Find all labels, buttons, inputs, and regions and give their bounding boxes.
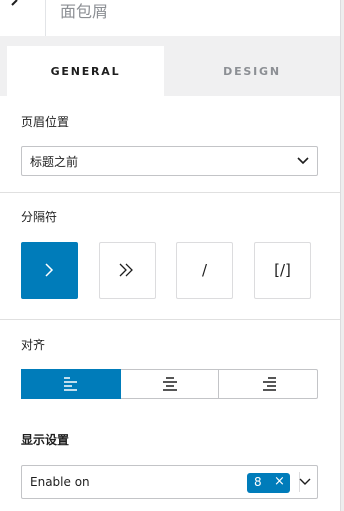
clear-selection-icon[interactable]: × <box>274 474 285 489</box>
position-select-value: 标题之前 <box>30 155 79 169</box>
panel-header: 面包屑 <box>0 0 344 36</box>
chevron-down-icon <box>297 157 309 165</box>
selected-count-badge: 8 × <box>247 473 290 493</box>
tab-design[interactable]: DESIGN <box>164 46 340 96</box>
section-divider <box>0 319 340 320</box>
chevron-right-icon <box>45 263 54 277</box>
alignment-button-group <box>21 369 318 399</box>
align-center-button[interactable] <box>121 369 219 399</box>
separator-option-custom[interactable]: [/] <box>254 242 311 299</box>
alignment-label: 对齐 <box>21 338 46 352</box>
chevron-left-icon <box>11 0 18 6</box>
position-label: 页眉位置 <box>21 115 70 129</box>
panel-title: 面包屑 <box>60 2 109 21</box>
display-settings-label: 显示设置 <box>21 433 70 447</box>
separator-option-slash[interactable]: / <box>176 242 233 299</box>
display-conditions-label: Enable on <box>30 475 90 489</box>
separator-option-double-chevron[interactable] <box>99 242 156 299</box>
align-left-icon <box>64 377 77 391</box>
chevron-down-icon[interactable] <box>299 477 311 487</box>
align-right-icon <box>263 377 276 391</box>
back-button[interactable] <box>0 0 46 36</box>
tab-general[interactable]: GENERAL <box>7 46 164 96</box>
align-left-button[interactable] <box>21 369 121 399</box>
selected-count: 8 <box>254 475 262 489</box>
position-select[interactable]: 标题之前 <box>21 146 318 176</box>
tab-bar: GENERAL DESIGN <box>0 36 344 96</box>
section-divider <box>0 192 340 193</box>
separator-label: 分隔符 <box>21 210 58 224</box>
separator-option-single-chevron[interactable] <box>21 242 78 299</box>
double-chevron-right-icon <box>119 263 133 277</box>
align-right-button[interactable] <box>219 369 318 399</box>
align-center-icon <box>163 377 177 391</box>
panel-scrollbar[interactable] <box>340 0 344 511</box>
display-conditions-select[interactable]: Enable on 8 × <box>21 465 318 499</box>
